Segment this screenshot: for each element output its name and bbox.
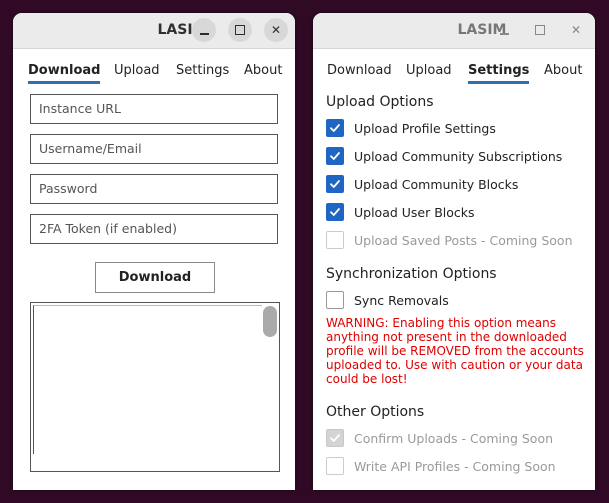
checkbox-label: Sync Removals: [354, 292, 449, 308]
sync-warning-text: WARNING: Enabling this option means anyt…: [326, 316, 584, 386]
checkbox-label: Upload Community Blocks: [354, 176, 519, 192]
other-options-heading: Other Options: [326, 404, 425, 420]
checkbox-label: Upload Profile Settings: [354, 120, 496, 136]
tab-upload[interactable]: Upload: [114, 63, 160, 79]
username-field[interactable]: Username/Email: [30, 134, 278, 164]
checkbox[interactable]: [326, 175, 344, 193]
tab-about[interactable]: About: [244, 63, 282, 79]
tab-bar: Download Upload Settings About: [313, 49, 595, 87]
close-button[interactable]: ✕: [264, 18, 288, 42]
upload-user-blocks-option[interactable]: Upload User Blocks: [326, 202, 475, 222]
checkbox[interactable]: [326, 291, 344, 309]
log-output[interactable]: [30, 302, 280, 472]
tab-upload[interactable]: Upload: [406, 63, 452, 79]
checkbox-label: Write API Profiles - Coming Soon: [354, 458, 556, 474]
maximize-button[interactable]: [228, 18, 252, 42]
check-icon: [330, 180, 340, 188]
2fa-token-field[interactable]: 2FA Token (if enabled): [30, 214, 278, 244]
tab-settings[interactable]: Settings: [176, 63, 229, 79]
settings-window: LASIM ✕ Download Upload Settings About U…: [313, 13, 595, 490]
upload-saved-posts-option: Upload Saved Posts - Coming Soon: [326, 230, 573, 250]
checkbox-label: Upload Saved Posts - Coming Soon: [354, 232, 573, 248]
maximize-icon: [535, 25, 545, 35]
checkbox: [326, 429, 344, 447]
minimize-icon: [199, 33, 209, 35]
check-icon: [330, 152, 340, 160]
sync-options-heading: Synchronization Options: [326, 266, 497, 282]
upload-community-subscriptions-option[interactable]: Upload Community Subscriptions: [326, 146, 562, 166]
confirm-uploads-option: Confirm Uploads - Coming Soon: [326, 428, 553, 448]
download-window: LASIM ✕ Download Upload Settings About I…: [13, 13, 295, 490]
write-api-profiles-option: Write API Profiles - Coming Soon: [326, 456, 556, 476]
checkbox: [326, 231, 344, 249]
checkbox-label: Upload Community Subscriptions: [354, 148, 563, 164]
maximize-button[interactable]: [528, 18, 552, 42]
tab-download[interactable]: Download: [28, 63, 101, 84]
checkbox[interactable]: [326, 147, 344, 165]
upload-community-blocks-option[interactable]: Upload Community Blocks: [326, 174, 518, 194]
checkbox: [326, 457, 344, 475]
maximize-icon: [235, 25, 245, 35]
tab-download[interactable]: Download: [327, 63, 392, 79]
checkbox[interactable]: [326, 203, 344, 221]
check-icon: [330, 208, 340, 216]
password-field[interactable]: Password: [30, 174, 278, 204]
close-icon: ✕: [270, 23, 282, 37]
instance-url-field[interactable]: Instance URL: [30, 94, 278, 124]
upload-profile-settings-option[interactable]: Upload Profile Settings: [326, 118, 496, 138]
tab-settings[interactable]: Settings: [468, 63, 530, 84]
download-button[interactable]: Download: [95, 262, 215, 293]
check-icon: [330, 124, 340, 132]
minimize-button[interactable]: [192, 18, 216, 42]
close-button[interactable]: ✕: [564, 18, 588, 42]
tab-about[interactable]: About: [544, 63, 582, 79]
checkbox-label: Confirm Uploads - Coming Soon: [354, 430, 554, 446]
titlebar[interactable]: LASIM ✕: [13, 13, 295, 49]
log-text-area[interactable]: [33, 305, 262, 454]
upload-options-heading: Upload Options: [326, 94, 434, 110]
titlebar[interactable]: LASIM ✕: [313, 13, 595, 49]
close-icon: ✕: [570, 23, 582, 37]
tab-bar: Download Upload Settings About: [13, 49, 295, 87]
scrollbar-thumb[interactable]: [263, 306, 277, 337]
minimize-icon: [499, 33, 509, 35]
sync-removals-option[interactable]: Sync Removals: [326, 290, 449, 310]
check-icon: [330, 434, 340, 442]
checkbox[interactable]: [326, 119, 344, 137]
checkbox-label: Upload User Blocks: [354, 204, 475, 220]
minimize-button[interactable]: [492, 18, 516, 42]
